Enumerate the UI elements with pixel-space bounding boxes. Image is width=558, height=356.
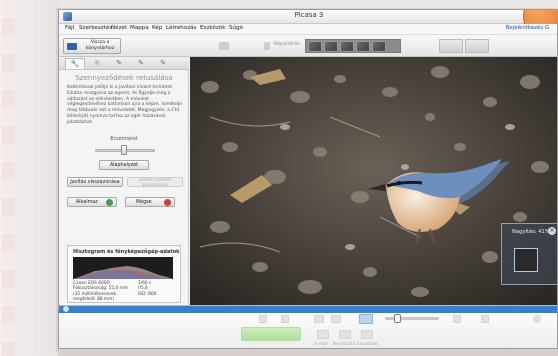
menu-edit[interactable]: Szerkesztés [79,25,112,31]
brush-size-handle[interactable] [121,145,127,155]
page-background: Picasa 3 Fájl Szerkesztés Nézet Mappa Ké… [0,0,558,356]
menu-bar: Fájl Szerkesztés Nézet Mappa Kép Létreho… [59,24,557,35]
back-arrow-icon [67,43,77,50]
tab-tuning[interactable]: ☼ [87,58,107,69]
person-icon[interactable] [453,315,461,323]
focal-equivalent-value: megfelelő: 88 mm) [73,297,115,303]
export-label: Exportálás [357,341,379,346]
rotate-right-icon[interactable] [281,315,289,323]
zoom-slider-handle[interactable] [394,314,401,323]
menu-tools[interactable]: Eszközök [200,25,225,31]
picasa-window: Picasa 3 Fájl Szerkesztés Nézet Mappa Ké… [58,9,558,349]
filmstrip-thumb[interactable] [308,41,322,52]
title-bar: Picasa 3 [59,10,557,24]
slideshow-icon[interactable] [264,42,270,50]
zoom-icon[interactable] [359,314,373,324]
filmstrip[interactable] [305,39,401,53]
filmstrip-thumb[interactable] [324,41,338,52]
bottom-bar: E-mail Nyomtatás Exportálás [59,305,557,348]
navigator-zoom-label: Nagyítás: 41% [512,229,550,235]
exif-right: 1/60 s f/5,6 ISO: 800 [138,281,156,297]
photo-canvas[interactable]: Nagyítás: 41% × [190,57,557,305]
menu-picture[interactable]: Kép [152,25,162,31]
apply-button[interactable]: Alkalmaz [67,197,117,207]
toolbar: Vissza a könyvtárhoz Képaláírás [59,35,557,57]
filmstrip-thumb[interactable] [340,41,354,52]
share-button[interactable] [241,327,301,341]
email-icon[interactable] [317,330,329,339]
compare-toggle[interactable] [465,39,489,53]
menu-view[interactable]: Nézet [111,25,127,31]
edit-tabs: 🔧 ☼ ✎ ✎ ✎ [59,57,189,70]
menu-file[interactable]: Fájl [65,25,74,31]
caption-field[interactable]: Képaláírás [274,41,300,47]
apply-label: Alkalmaz [76,200,98,205]
redo-fix-button[interactable]: Javítás ismételt alkalmazása [127,177,183,187]
menu-folder[interactable]: Mappa [130,25,149,31]
print-label: Nyomtatás [333,341,355,346]
back-to-library-button[interactable]: Vissza a könyvtárhoz [63,38,121,54]
histogram-panel: Hisztogram és fényképezőgép-adatok Canon… [67,245,181,303]
status-strip [59,306,557,313]
brush-size-label: Ecsetméret [110,137,138,142]
undo-fix-button[interactable]: Javítás visszavonása [67,177,123,187]
info-icon[interactable] [533,315,541,323]
view-single-icon[interactable] [314,315,324,323]
window-title: Picasa 3 [294,11,324,19]
email-label: E-mail [315,341,328,346]
play-icon[interactable] [219,42,229,50]
panel-title: Szennyeződések retusálása [75,74,173,82]
menu-help[interactable]: Súgó [229,25,243,31]
edit-panel: 🔧 ☼ ✎ ✎ ✎ Szennyeződések retusálása Katt… [59,57,189,305]
menu-create[interactable]: Létrehozás [166,25,197,31]
tab-more-effects[interactable]: ✎ [131,58,151,69]
reset-button[interactable]: Alaphelyzet [99,160,149,170]
cancel-label: Mégse [136,200,152,205]
close-icon [164,199,171,206]
status-icon [63,306,69,312]
navigator-thumbnail[interactable] [514,248,538,272]
view-toggle[interactable] [439,39,463,53]
filmstrip-thumb[interactable] [356,41,370,52]
iso: ISO: 800 [138,291,157,297]
decorative-strip [2,0,14,356]
navigator-panel[interactable]: Nagyítás: 41% × [501,223,557,285]
print-icon[interactable] [339,330,351,339]
histogram-title: Hisztogram és fényképezőgép-adatok [73,249,180,255]
panel-description: Kattintással jelölje ki a javítani kíván… [67,85,183,125]
filmstrip-thumb[interactable] [372,41,386,52]
page-edge [58,349,558,356]
tab-extra[interactable]: ✎ [153,58,173,69]
view-grid-icon[interactable] [331,315,341,323]
histogram-graph [73,257,173,279]
tab-effects[interactable]: ✎ [109,58,129,69]
location-icon[interactable] [481,315,489,323]
export-icon[interactable] [361,330,373,339]
back-button-label: Vissza a könyvtárhoz [85,40,115,51]
navigator-close-icon[interactable]: × [548,227,556,235]
sign-in-link[interactable]: Bejelentkezés G [506,25,549,31]
check-icon [106,199,113,206]
cancel-button[interactable]: Mégse [125,197,175,207]
exif-left: Canon EOS 600D Fókusztávolság: 55,0 mm (… [73,281,128,303]
rotate-left-icon[interactable] [259,315,267,323]
tab-basic-fixes[interactable]: 🔧 [65,58,85,69]
